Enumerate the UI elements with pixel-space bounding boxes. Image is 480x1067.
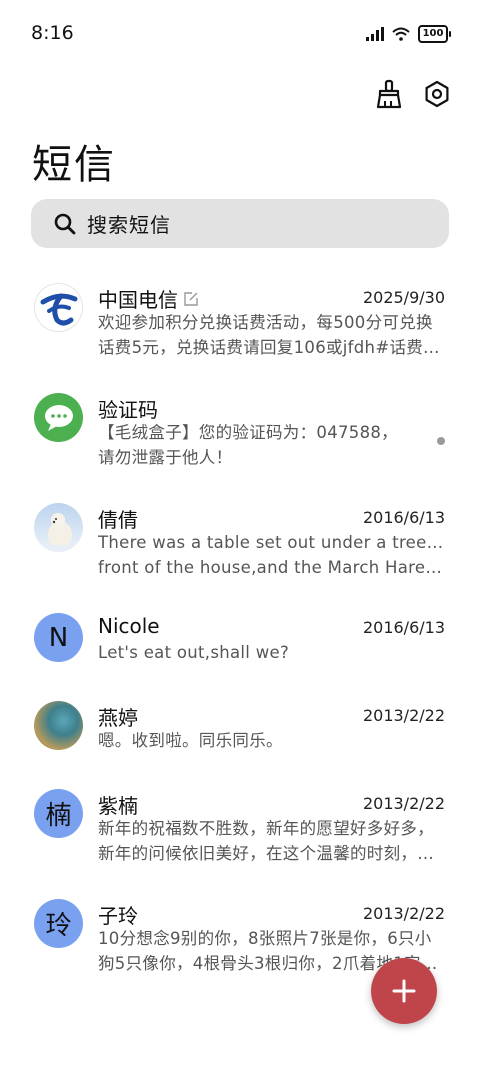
avatar: 楠: [34, 789, 83, 838]
broom-icon[interactable]: [374, 78, 404, 110]
message-date: 2016/6/13: [362, 618, 445, 637]
new-message-button[interactable]: [371, 958, 437, 1024]
status-bar: 8:16 100: [0, 0, 480, 68]
avatar: [34, 503, 83, 552]
avatar: 玲: [34, 899, 83, 948]
contact-name: 燕婷: [98, 702, 138, 731]
top-actions: [374, 78, 452, 110]
contact-name-text: 验证码: [98, 398, 158, 422]
avatar-letter: 楠: [45, 801, 72, 831]
message-preview: Let's eat out,shall we?: [98, 640, 444, 665]
edit-note-icon: [184, 291, 198, 306]
search-placeholder: 搜索短信: [87, 213, 171, 237]
conversation-item[interactable]: N Nicole 2016/6/13 Let's eat out,shall w…: [0, 602, 480, 690]
preview-line: 请勿泄露于他人！: [98, 448, 233, 467]
avatar-letter: 玲: [45, 911, 72, 941]
contact-name: 中国电信: [98, 284, 198, 313]
preview-line: 【毛绒盒子】您的验证码为：047588，: [98, 423, 398, 442]
message-date: 2016/6/13: [362, 508, 445, 527]
page-title: 短信: [32, 142, 116, 188]
contact-name: 验证码: [98, 394, 158, 423]
contact-name: 子玲: [98, 900, 138, 929]
status-icons: 100: [366, 24, 451, 44]
unread-dot: [437, 437, 445, 445]
preview-line: 新年的祝福数不胜数，新年的愿望好多好多，: [98, 819, 434, 838]
contact-name-text: 燕婷: [98, 706, 138, 730]
contact-name: 倩倩: [98, 504, 138, 533]
chat-bubble-icon: [44, 404, 73, 431]
contact-name-text: 中国电信: [98, 288, 178, 312]
message-preview: 新年的祝福数不胜数，新年的愿望好多好多， 新年的问候依旧美好，在这个温馨的时刻，…: [98, 816, 444, 866]
battery-icon: 100: [418, 25, 451, 43]
preview-line: 嗯。收到啦。同乐同乐。: [98, 731, 283, 750]
conversation-item[interactable]: 燕婷 2013/2/22 嗯。收到啦。同乐同乐。: [0, 690, 480, 778]
preview-line: 新年的问候依旧美好，在这个温馨的时刻，…: [98, 844, 434, 863]
preview-line: 话费5元，兑换话费请回复106或jfdh#话费…: [98, 338, 440, 357]
status-time: 8:16: [31, 22, 74, 44]
conversation-item[interactable]: 中国电信 2025/9/30 欢迎参加积分兑换话费活动，每500分可兑换 话费5…: [0, 272, 480, 382]
preview-line: 10分想念9别的你，8张照片7张是你，6只小: [98, 929, 432, 948]
wifi-icon: [392, 27, 410, 41]
message-date: 2025/9/30: [362, 288, 445, 307]
conversation-item[interactable]: 倩倩 2016/6/13 There was a table set out u…: [0, 492, 480, 602]
preview-line: Let's eat out,shall we?: [98, 643, 290, 662]
message-preview: There was a table set out under a tree i…: [98, 530, 444, 580]
message-preview: 嗯。收到啦。同乐同乐。: [98, 728, 444, 753]
settings-icon[interactable]: [422, 78, 452, 110]
conversation-item[interactable]: 楠 紫楠 2013/2/22 新年的祝福数不胜数，新年的愿望好多好多， 新年的问…: [0, 778, 480, 888]
message-date: 2013/2/22: [362, 706, 445, 725]
message-preview: 欢迎参加积分兑换话费活动，每500分可兑换 话费5元，兑换话费请回复106或jf…: [98, 310, 444, 360]
message-date: 2013/2/22: [362, 904, 445, 923]
contact-name-text: 紫楠: [98, 794, 138, 818]
polar-bear-photo-icon: [34, 513, 83, 552]
message-date: 2013/2/22: [362, 794, 445, 813]
search-icon: [54, 213, 76, 234]
signal-icon: [366, 27, 384, 41]
preview-line: front of the house,and the March Hare an…: [98, 558, 444, 577]
conversation-list: 中国电信 2025/9/30 欢迎参加积分兑换话费活动，每500分可兑换 话费5…: [0, 272, 480, 998]
preview-line: There was a table set out under a tree i…: [98, 533, 444, 552]
avatar-letter: N: [48, 622, 69, 653]
contact-name: 紫楠: [98, 790, 138, 819]
telecom-logo-icon: [40, 293, 77, 325]
avatar: N: [34, 613, 83, 662]
conversation-item[interactable]: 验证码 【毛绒盒子】您的验证码为：047588， 请勿泄露于他人！: [0, 382, 480, 492]
avatar: [34, 283, 83, 332]
contact-name-text: 子玲: [98, 904, 138, 928]
contact-name-text: 倩倩: [98, 508, 138, 532]
contact-name-text: Nicole: [98, 614, 160, 638]
contact-name: Nicole: [98, 614, 160, 638]
avatar: [34, 701, 83, 750]
preview-line: 欢迎参加积分兑换话费活动，每500分可兑换: [98, 313, 433, 332]
avatar: [34, 393, 83, 442]
message-preview: 【毛绒盒子】您的验证码为：047588， 请勿泄露于他人！: [98, 420, 444, 470]
search-bar[interactable]: 搜索短信: [31, 199, 449, 248]
plus-icon: [392, 979, 416, 1003]
